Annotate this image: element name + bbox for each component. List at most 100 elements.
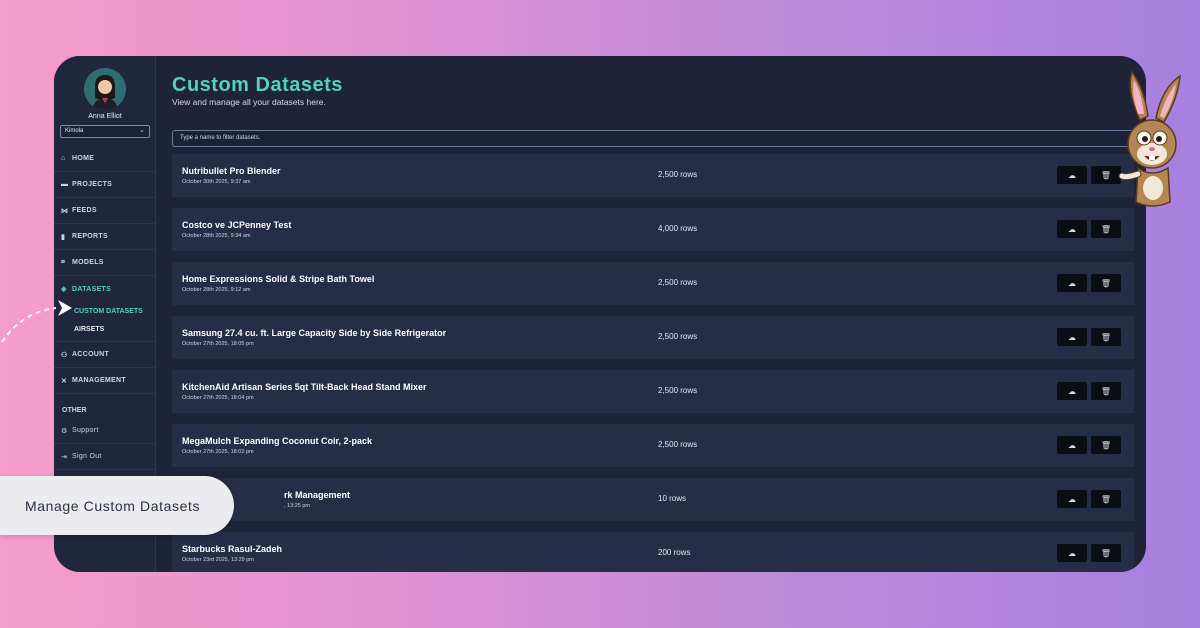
list-item[interactable]: Home Expressions Solid & Stripe Bath Tow…: [172, 262, 1134, 305]
nav-label: DATASETS: [72, 285, 112, 293]
nav-label: MODELS: [72, 259, 104, 266]
cloud-download-icon: ☁: [1068, 386, 1076, 396]
organization-select[interactable]: Kimola ⌄: [60, 125, 150, 138]
dataset-name: Samsung 27.4 cu. ft. Large Capacity Side…: [182, 328, 447, 338]
bar-chart-icon: ▮: [61, 233, 66, 241]
dataset-name: KitchenAid Artisan Series 5qt Tilt-Back …: [182, 382, 427, 392]
dataset-date: October 28th 2025, 9:34 am: [182, 233, 251, 239]
dataset-date: October 23rd 2025, 13:29 pm: [182, 557, 254, 563]
delete-button[interactable]: 🗑: [1091, 220, 1121, 238]
delete-button[interactable]: 🗑: [1091, 166, 1121, 184]
nav-item-sign-out[interactable]: ⇥ Sign Out: [54, 444, 156, 470]
delete-button[interactable]: 🗑: [1091, 544, 1121, 562]
trash-icon: 🗑: [1100, 494, 1112, 504]
list-item[interactable]: MegaMulch Expanding Coconut Coir, 2-pack…: [172, 424, 1134, 467]
nav-label: HOME: [72, 155, 95, 162]
tools-icon: ✕: [61, 377, 68, 385]
dataset-row-count: 10 rows: [658, 494, 687, 503]
nav-label: PROJECTS: [72, 181, 113, 188]
pointer-arrow-icon: [1, 300, 72, 343]
cloud-download-icon: ☁: [1068, 278, 1076, 288]
nav-item-feeds[interactable]: ⋈ FEEDS: [54, 198, 156, 224]
nav-label: ACCOUNT: [72, 351, 110, 358]
trash-icon: 🗑: [1100, 224, 1112, 234]
dataset-name: Home Expressions Solid & Stripe Bath Tow…: [182, 274, 375, 284]
dataset-date: October 30th 2025, 9:37 am: [182, 179, 251, 185]
list-item[interactable]: Samsung 27.4 cu. ft. Large Capacity Side…: [172, 316, 1134, 359]
organization-select-value: Kimola: [65, 128, 84, 134]
dataset-row-count: 2,500 rows: [658, 440, 698, 449]
download-button[interactable]: ☁: [1057, 220, 1087, 238]
dataset-name: Nutribullet Pro Blender: [182, 166, 281, 176]
home-icon: ⌂: [61, 155, 66, 162]
list-item[interactable]: Costco ve JCPenney Test October 28th 202…: [172, 208, 1134, 251]
dataset-row-count: 200 rows: [658, 548, 691, 557]
delete-button[interactable]: 🗑: [1091, 274, 1121, 292]
nav-item-reports[interactable]: ▮ REPORTS: [54, 224, 156, 250]
folder-icon: ▬: [61, 181, 69, 188]
delete-button[interactable]: 🗑: [1091, 382, 1121, 400]
nav-item-models[interactable]: ⌗ MODELS: [54, 250, 156, 276]
dataset-row-count: 2,500 rows: [658, 332, 698, 341]
nav-item-home[interactable]: ⌂ HOME: [54, 146, 156, 172]
dataset-row-count: 2,500 rows: [658, 170, 698, 179]
download-button[interactable]: ☁: [1057, 382, 1087, 400]
other-heading: OTHER: [62, 407, 87, 414]
list-item[interactable]: Nutribullet Pro Blender October 30th 202…: [172, 154, 1134, 197]
dataset-list: Nutribullet Pro Blender October 30th 202…: [172, 154, 1134, 572]
trash-icon: 🗑: [1100, 170, 1112, 180]
trash-icon: 🗑: [1100, 386, 1112, 396]
filter-input[interactable]: Type a name to filter datasets.: [172, 130, 1134, 147]
bunny-mascot-icon: [1118, 70, 1181, 207]
list-item[interactable]: rk Management , 13:25 pm 10 rows ☁ 🗑: [172, 478, 1134, 521]
user-avatar[interactable]: [84, 68, 126, 110]
nav-label: Sign Out: [72, 453, 102, 460]
cloud-download-icon: ☁: [1068, 548, 1076, 558]
download-button[interactable]: ☁: [1057, 166, 1087, 184]
download-button[interactable]: ☁: [1057, 490, 1087, 508]
delete-button[interactable]: 🗑: [1091, 328, 1121, 346]
models-icon: ⌗: [61, 258, 66, 266]
trash-icon: 🗑: [1100, 332, 1112, 342]
nav-item-management[interactable]: ✕ MANAGEMENT: [54, 368, 156, 394]
page-subtitle: View and manage all your datasets here.: [172, 97, 326, 107]
support-icon: ⚙: [61, 427, 68, 435]
layers-icon: ◈: [61, 286, 67, 293]
nav-item-projects[interactable]: ▬ PROJECTS: [54, 172, 156, 198]
nav-label: FEEDS: [72, 207, 97, 214]
download-button[interactable]: ☁: [1057, 544, 1087, 562]
cloud-download-icon: ☁: [1068, 332, 1076, 342]
cloud-download-icon: ☁: [1068, 170, 1076, 180]
download-button[interactable]: ☁: [1057, 436, 1087, 454]
dataset-row-count: 4,000 rows: [658, 224, 698, 233]
user-name: Anna Elliot: [88, 113, 122, 120]
download-button[interactable]: ☁: [1057, 274, 1087, 292]
nav-label: REPORTS: [72, 233, 108, 240]
delete-button[interactable]: 🗑: [1091, 436, 1121, 454]
cloud-download-icon: ☁: [1068, 224, 1076, 234]
dataset-date: October 27th 2025, 18:04 pm: [182, 395, 254, 401]
trash-icon: 🗑: [1100, 278, 1112, 288]
cloud-download-icon: ☁: [1068, 440, 1076, 450]
dataset-name: Costco ve JCPenney Test: [182, 220, 292, 230]
dataset-row-count: 2,500 rows: [658, 278, 698, 287]
nav-label: MANAGEMENT: [72, 377, 126, 384]
chevron-down-icon: ⌄: [139, 127, 145, 134]
trash-icon: 🗑: [1100, 440, 1112, 450]
cloud-download-icon: ☁: [1068, 494, 1076, 504]
feeds-icon: ⋈: [61, 207, 69, 215]
nav-item-support[interactable]: ⚙ Support: [54, 418, 156, 444]
main-content: Custom Datasets View and manage all your…: [172, 56, 1146, 572]
dataset-date: October 27th 2025, 18:02 pm: [182, 449, 254, 455]
page-title: Custom Datasets: [172, 74, 343, 96]
sign-out-icon: ⇥: [61, 453, 68, 461]
dataset-date: October 28th 2025, 9:12 am: [182, 287, 251, 293]
list-item[interactable]: Starbucks Rasul-Zadeh October 23rd 2025,…: [172, 532, 1134, 572]
trash-icon: 🗑: [1100, 548, 1112, 558]
delete-button[interactable]: 🗑: [1091, 490, 1121, 508]
download-button[interactable]: ☁: [1057, 328, 1087, 346]
dataset-row-count: 2,500 rows: [658, 386, 698, 395]
list-item[interactable]: KitchenAid Artisan Series 5qt Tilt-Back …: [172, 370, 1134, 413]
dataset-name: rk Management: [284, 490, 351, 500]
dataset-date: , 13:25 pm: [284, 503, 310, 509]
